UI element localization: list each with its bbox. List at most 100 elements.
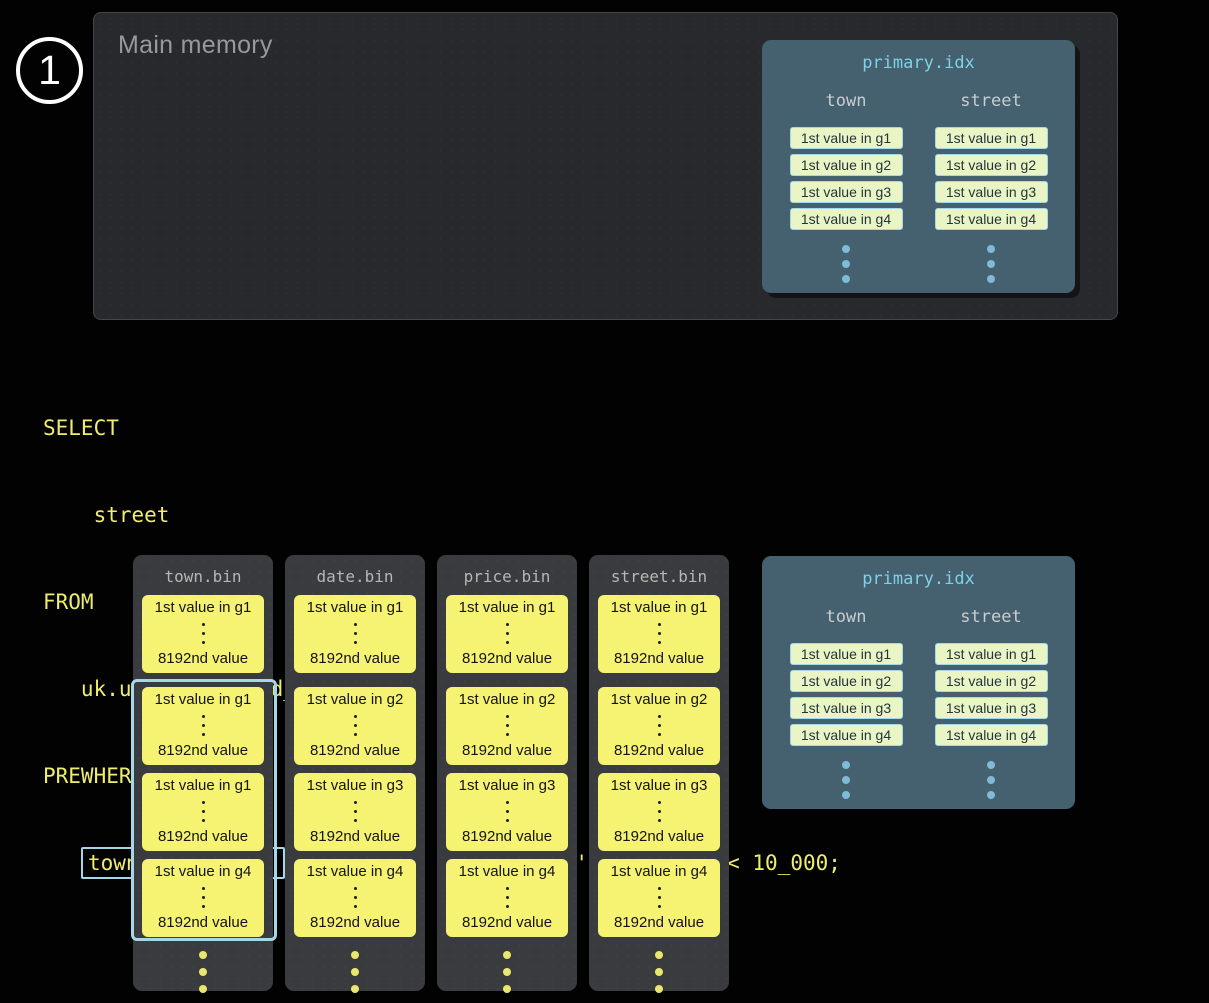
idx-cell: 1st value in g2 bbox=[935, 670, 1048, 692]
granule-last-value: 8192nd value bbox=[614, 650, 704, 667]
diagram-canvas: 1 Main memory primary.idx town 1st value… bbox=[0, 0, 1209, 1003]
granule-last-value: 8192nd value bbox=[310, 828, 400, 845]
granule-last-value: 8192nd value bbox=[158, 742, 248, 759]
ellipsis-dots-icon bbox=[658, 715, 661, 736]
granule-block: 1st value in g1 8192nd value bbox=[294, 595, 416, 673]
idx-column-town: town 1st value in g1 1st value in g2 1st… bbox=[787, 91, 905, 283]
ellipsis-dots-icon bbox=[987, 245, 995, 283]
ellipsis-dots-icon bbox=[354, 715, 357, 736]
step-1-badge: 1 bbox=[16, 37, 83, 104]
bin-title-price: price.bin bbox=[437, 567, 577, 586]
idx-cell: 1st value in g2 bbox=[790, 154, 903, 176]
granule-last-value: 8192nd value bbox=[462, 914, 552, 931]
granule-block: 1st value in g2 8192nd value bbox=[598, 687, 720, 765]
ellipsis-dots-icon bbox=[202, 887, 205, 908]
granule-last-value: 8192nd value bbox=[310, 914, 400, 931]
idx-cell: 1st value in g3 bbox=[935, 181, 1048, 203]
idx-column-street: street 1st value in g1 1st value in g2 1… bbox=[932, 607, 1050, 799]
granule-first-value: 1st value in g3 bbox=[307, 777, 404, 794]
granule-last-value: 8192nd value bbox=[158, 650, 248, 667]
granule-block: 1st value in g4 8192nd value bbox=[446, 859, 568, 937]
ellipsis-dots-icon bbox=[503, 951, 511, 993]
granule-first-value: 1st value in g1 bbox=[459, 599, 556, 616]
granule-block: 1st value in g4 8192nd value bbox=[294, 859, 416, 937]
granule-last-value: 8192nd value bbox=[310, 742, 400, 759]
granule-last-value: 8192nd value bbox=[462, 742, 552, 759]
granule-block: 1st value in g1 8192nd value bbox=[598, 595, 720, 673]
idx-column-town: town 1st value in g1 1st value in g2 1st… bbox=[787, 607, 905, 799]
granule-first-value: 1st value in g1 bbox=[611, 599, 708, 616]
ellipsis-dots-icon bbox=[987, 761, 995, 799]
idx-cell: 1st value in g4 bbox=[790, 208, 903, 230]
granule-last-value: 8192nd value bbox=[614, 742, 704, 759]
ellipsis-dots-icon bbox=[199, 951, 207, 993]
granule-block: 1st value in g3 8192nd value bbox=[446, 773, 568, 851]
granule-first-value: 1st value in g3 bbox=[611, 777, 708, 794]
idx-column-street: street 1st value in g1 1st value in g2 1… bbox=[932, 91, 1050, 283]
granule-first-value: 1st value in g2 bbox=[307, 691, 404, 708]
granule-first-value: 1st value in g2 bbox=[611, 691, 708, 708]
ellipsis-dots-icon bbox=[506, 801, 509, 822]
granule-last-value: 8192nd value bbox=[462, 650, 552, 667]
granule-block: 1st value in g1 8192nd value bbox=[142, 773, 264, 851]
ellipsis-dots-icon bbox=[506, 887, 509, 908]
primary-idx-title: primary.idx bbox=[762, 53, 1075, 73]
granule-first-value: 1st value in g4 bbox=[155, 863, 252, 880]
ellipsis-dots-icon bbox=[655, 951, 663, 993]
granule-first-value: 1st value in g1 bbox=[155, 691, 252, 708]
ellipsis-dots-icon bbox=[658, 623, 661, 644]
idx-cell: 1st value in g3 bbox=[935, 697, 1048, 719]
idx-cell: 1st value in g2 bbox=[935, 154, 1048, 176]
granule-last-value: 8192nd value bbox=[158, 828, 248, 845]
idx-cell: 1st value in g2 bbox=[790, 670, 903, 692]
sql-line: street bbox=[43, 501, 841, 530]
bin-card-date: date.bin 1st value in g1 8192nd value 1s… bbox=[285, 555, 425, 991]
granule-first-value: 1st value in g1 bbox=[155, 599, 252, 616]
idx-cell: 1st value in g1 bbox=[790, 127, 903, 149]
granule-block: 1st value in g2 8192nd value bbox=[446, 687, 568, 765]
bin-card-price: price.bin 1st value in g1 8192nd value 1… bbox=[437, 555, 577, 991]
ellipsis-dots-icon bbox=[202, 801, 205, 822]
idx-cell: 1st value in g1 bbox=[935, 127, 1048, 149]
granule-stack: 1st value in g1 8192nd value 1st value i… bbox=[285, 595, 425, 993]
granule-first-value: 1st value in g4 bbox=[611, 863, 708, 880]
bin-card-town: town.bin 1st value in g1 8192nd value 1s… bbox=[133, 555, 273, 991]
ellipsis-dots-icon bbox=[506, 715, 509, 736]
granule-first-value: 1st value in g2 bbox=[459, 691, 556, 708]
main-memory-label: Main memory bbox=[118, 31, 273, 60]
bin-title-street: street.bin bbox=[589, 567, 729, 586]
ellipsis-dots-icon bbox=[658, 801, 661, 822]
granule-last-value: 8192nd value bbox=[158, 914, 248, 931]
idx-column-street-header: street bbox=[960, 91, 1021, 111]
ellipsis-dots-icon bbox=[506, 623, 509, 644]
ellipsis-dots-icon bbox=[658, 887, 661, 908]
idx-column-street-header: street bbox=[960, 607, 1021, 627]
bin-title-date: date.bin bbox=[285, 567, 425, 586]
ellipsis-dots-icon bbox=[842, 245, 850, 283]
step-1-number: 1 bbox=[38, 47, 61, 94]
idx-cell: 1st value in g4 bbox=[935, 724, 1048, 746]
primary-idx-columns: town 1st value in g1 1st value in g2 1st… bbox=[762, 91, 1075, 283]
granule-first-value: 1st value in g4 bbox=[307, 863, 404, 880]
granule-block: 1st value in g4 8192nd value bbox=[598, 859, 720, 937]
ellipsis-dots-icon bbox=[202, 715, 205, 736]
granule-first-value: 1st value in g4 bbox=[459, 863, 556, 880]
ellipsis-dots-icon bbox=[842, 761, 850, 799]
granule-first-value: 1st value in g1 bbox=[307, 599, 404, 616]
idx-cell: 1st value in g4 bbox=[935, 208, 1048, 230]
granule-first-value: 1st value in g3 bbox=[459, 777, 556, 794]
bin-card-street: street.bin 1st value in g1 8192nd value … bbox=[589, 555, 729, 991]
granule-block: 1st value in g1 8192nd value bbox=[446, 595, 568, 673]
ellipsis-dots-icon bbox=[354, 623, 357, 644]
bin-title-town: town.bin bbox=[133, 567, 273, 586]
idx-cell: 1st value in g3 bbox=[790, 697, 903, 719]
primary-idx-panel-bottom: primary.idx town 1st value in g1 1st val… bbox=[762, 556, 1075, 809]
granule-block: 1st value in g1 8192nd value bbox=[142, 595, 264, 673]
idx-cell: 1st value in g4 bbox=[790, 724, 903, 746]
idx-cell: 1st value in g1 bbox=[790, 643, 903, 665]
ellipsis-dots-icon bbox=[202, 623, 205, 644]
granule-block: 1st value in g2 8192nd value bbox=[294, 687, 416, 765]
granule-stack: 1st value in g1 8192nd value 1st value i… bbox=[437, 595, 577, 993]
granule-block: 1st value in g1 8192nd value bbox=[142, 687, 264, 765]
granule-last-value: 8192nd value bbox=[462, 828, 552, 845]
